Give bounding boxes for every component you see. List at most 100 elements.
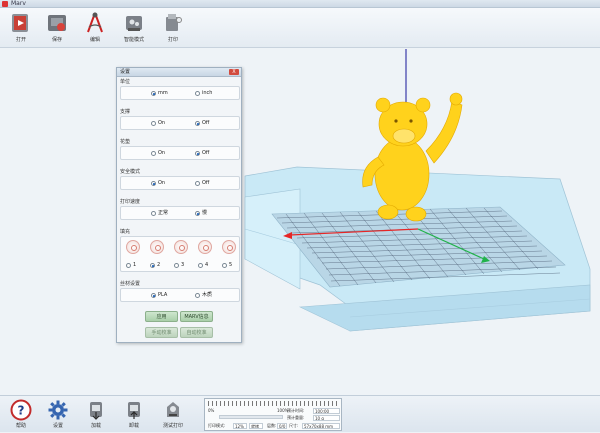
raft-options: On Off [120,146,240,160]
size-value: 57x70x88 mm [302,423,340,429]
unit-radio-mm[interactable]: mm [151,90,168,97]
smart-mode-button[interactable]: 智能模式 [117,11,151,47]
open-label: 打开 [15,37,26,43]
safe-mode-radio-off[interactable]: Off [195,180,209,187]
material-options: PLA 木质 [120,288,240,302]
print-bed-scene [244,49,591,332]
raft-section: 花垫 On Off [120,139,240,160]
radio-empty-icon [198,263,203,268]
edit-label: 编辑 [89,37,100,43]
unload-button[interactable]: 卸载 [117,399,151,433]
marv-info-button[interactable]: MARV信息 [180,311,213,322]
radio-empty-icon [195,293,200,298]
print-speed-radio-slow[interactable]: 慢 [195,210,207,217]
material-radio-pla[interactable]: PLA [151,292,167,299]
orientation-radio-5[interactable]: 5 [222,262,232,269]
radio-empty-icon [195,91,200,96]
orientation-4-icon[interactable] [198,240,212,254]
test-print-label: 测试打印 [162,423,183,429]
help-label: 帮助 [15,423,26,429]
print-speed-radio-normal[interactable]: 正常 [151,210,168,217]
unit-options: mm inch [120,86,240,100]
support-options: On Off [120,116,240,130]
unit-radio-inch[interactable]: inch [195,90,212,97]
raft-radio-on[interactable]: On [151,150,165,157]
safe-mode-options: On Off [120,176,240,190]
close-icon[interactable]: X [229,69,239,75]
orientation-5-icon[interactable] [222,240,236,254]
window-title: Marv [11,0,26,7]
progress-start-label: 0% [208,408,215,413]
save-icon [48,15,66,31]
test-print-button[interactable]: 测试打印 [156,399,190,433]
orientation-1-icon[interactable] [126,240,140,254]
orientation-radio-3[interactable]: 3 [174,262,184,269]
radio-selected-icon [195,151,200,156]
radio-selected-icon [151,293,156,298]
orientation-caption: 填充 [120,229,131,235]
test-print-icon [167,402,179,417]
orientation-3-icon[interactable] [174,240,188,254]
orientation-2-icon[interactable] [150,240,164,254]
print-button[interactable]: 打印 [156,11,190,47]
status-value: 就绪 [249,423,263,429]
radio-selected-icon [150,263,155,268]
settings-panel: 设置 X 单位 mm inch 支撑 On Off 花垫 On Off 安全模式… [116,67,242,343]
settings-header: 设置 X [117,68,241,77]
material-caption: 丝材设置 [120,281,141,287]
status-panel: 0% 100% 预计时间: 100:00 预计重量: 10 g 打印模式: 12… [204,398,342,431]
safe-mode-radio-on[interactable]: On [151,180,165,187]
radio-selected-icon [195,121,200,126]
radio-empty-icon [195,181,200,186]
est-time-label: 预计时间: [287,408,305,413]
save-button[interactable]: 保存 [40,11,74,47]
support-radio-on[interactable]: On [151,120,165,127]
radio-selected-icon [151,91,156,96]
unload-label: 卸载 [128,423,139,429]
settings-button[interactable]: 设置 [41,399,75,433]
load-filament-icon [90,402,102,420]
load-button[interactable]: 加载 [79,399,113,433]
size-label: 尺寸: [289,423,299,428]
radio-empty-icon [151,211,156,216]
edit-compass-icon [87,12,103,33]
material-radio-wood[interactable]: 木质 [195,292,212,299]
main-toolbar: 打开 保存 编辑 智能模式 打印 [0,8,600,48]
apply-button[interactable]: 应用 [145,311,178,322]
layers-value: 0/0 [277,423,287,429]
print-speed-options: 正常 慢 [120,206,240,220]
unit-section: 单位 mm inch [120,79,240,100]
help-button[interactable]: ? 帮助 [4,399,38,433]
raft-caption: 花垫 [120,139,131,145]
support-section: 支撑 On Off [120,109,240,130]
raft-radio-off[interactable]: Off [195,150,209,157]
print-mode-label: 打印模式: [208,423,226,428]
print-mode-value: 12% [233,423,247,429]
radio-empty-icon [222,263,227,268]
support-radio-off[interactable]: Off [195,120,209,127]
open-button[interactable]: 打开 [4,11,38,47]
radio-empty-icon [151,151,156,156]
orientation-radio-4[interactable]: 4 [198,262,208,269]
open-file-icon [12,14,28,32]
orientation-options: 1 2 3 4 5 [120,236,240,272]
orientation-radio-1[interactable]: 1 [126,262,136,269]
smart-mode-label: 智能模式 [123,37,144,43]
est-time-value: 100:00 [313,408,340,414]
progress-ruler [208,401,340,406]
radio-empty-icon [126,263,131,268]
3d-viewport[interactable] [0,49,600,395]
title-bar: Marv [0,0,600,8]
svg-text:?: ? [18,404,25,418]
edit-button[interactable]: 编辑 [78,11,112,47]
print-icon [166,14,182,31]
app-icon [2,1,8,7]
gear-icon [48,400,68,420]
manual-calibrate-button[interactable]: 手动校准 [145,327,178,338]
auto-calibrate-button[interactable]: 自动校准 [180,327,213,338]
orientation-radio-2[interactable]: 2 [150,262,160,269]
print-speed-section: 打印速度 正常 慢 [120,199,240,220]
support-caption: 支撑 [120,109,131,115]
radio-empty-icon [174,263,179,268]
radio-selected-icon [195,211,200,216]
